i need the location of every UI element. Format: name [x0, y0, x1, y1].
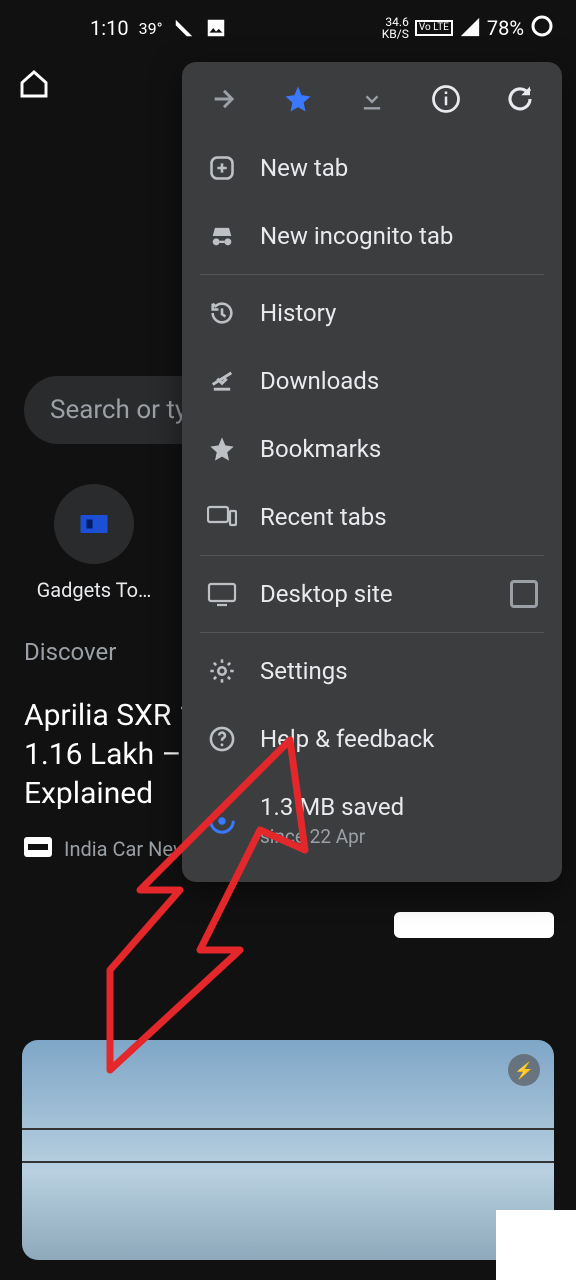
- menu-data-saved[interactable]: 1.3 MB saved since 22 Apr: [182, 773, 562, 868]
- home-icon[interactable]: [18, 68, 50, 104]
- desktop-site-checkbox[interactable]: [510, 580, 538, 608]
- desktop-icon: [206, 581, 238, 607]
- menu-history[interactable]: History: [182, 279, 562, 347]
- overlay-box: [496, 1210, 576, 1280]
- menu-label: New incognito tab: [260, 222, 453, 250]
- menu-recent-tabs[interactable]: Recent tabs: [182, 483, 562, 551]
- bookmarks-star-icon: [206, 435, 238, 463]
- data-saver-icon: [206, 806, 238, 836]
- article-image[interactable]: ⚡: [22, 1040, 554, 1260]
- refresh-icon[interactable]: [502, 84, 538, 114]
- info-icon[interactable]: [428, 84, 464, 114]
- menu-label: Desktop site: [260, 580, 393, 608]
- shortcut-label: Gadgets To…: [24, 578, 164, 602]
- menu-label: Help & feedback: [260, 725, 434, 753]
- status-right: 34.6KB/S Vo LTE 78%: [382, 14, 554, 43]
- menu-divider: [200, 632, 544, 633]
- volte-icon: Vo LTE: [415, 20, 453, 36]
- history-icon: [206, 299, 238, 327]
- data-saved-sub: since 22 Apr: [260, 825, 404, 848]
- menu-desktop-site[interactable]: Desktop site: [182, 560, 562, 628]
- menu-settings[interactable]: Settings: [182, 637, 562, 705]
- gear-icon: [206, 657, 238, 685]
- shortcut-favicon: [54, 484, 134, 564]
- article-source: India Car News: [64, 837, 198, 861]
- shortcut-gadgets[interactable]: Gadgets To…: [24, 484, 164, 602]
- article-thumbnail: [394, 912, 554, 938]
- incognito-icon: [206, 222, 238, 250]
- photo-icon: [205, 17, 227, 39]
- net-speed: 34.6KB/S: [382, 16, 409, 40]
- download-icon[interactable]: [354, 85, 390, 113]
- battery-ring-icon: [530, 14, 554, 43]
- menu-label: Recent tabs: [260, 503, 387, 531]
- recent-tabs-icon: [206, 504, 238, 530]
- source-favicon: [24, 837, 52, 861]
- menu-label: Settings: [260, 657, 348, 685]
- status-temp: 39°: [139, 19, 163, 38]
- amp-icon: ⚡: [508, 1054, 540, 1086]
- menu-new-incognito[interactable]: New incognito tab: [182, 202, 562, 270]
- bookmark-star-icon[interactable]: [280, 84, 316, 114]
- menu-bookmarks[interactable]: Bookmarks: [182, 415, 562, 483]
- overflow-menu: New tab New incognito tab History Downlo…: [182, 62, 562, 882]
- menu-help[interactable]: Help & feedback: [182, 705, 562, 773]
- menu-downloads[interactable]: Downloads: [182, 347, 562, 415]
- menu-label: Downloads: [260, 367, 379, 395]
- menu-label: History: [260, 299, 336, 327]
- menu-divider: [200, 555, 544, 556]
- menu-new-tab[interactable]: New tab: [182, 134, 562, 202]
- signal-icon: [173, 17, 195, 39]
- menu-divider: [200, 274, 544, 275]
- downloads-icon: [206, 367, 238, 395]
- help-icon: [206, 725, 238, 753]
- new-tab-icon: [206, 154, 238, 182]
- menu-label: New tab: [260, 154, 348, 182]
- battery-text: 78%: [487, 16, 524, 40]
- forward-icon[interactable]: [206, 85, 242, 113]
- menu-actions-row: [182, 62, 562, 134]
- status-time: 1:10: [90, 16, 129, 40]
- data-saved-label: 1.3 MB saved: [260, 793, 404, 821]
- status-bar: 1:10 39° 34.6KB/S Vo LTE 78%: [0, 0, 576, 56]
- status-left: 1:10 39°: [90, 16, 227, 40]
- mobile-signal-icon: [459, 16, 481, 41]
- menu-label: Bookmarks: [260, 435, 381, 463]
